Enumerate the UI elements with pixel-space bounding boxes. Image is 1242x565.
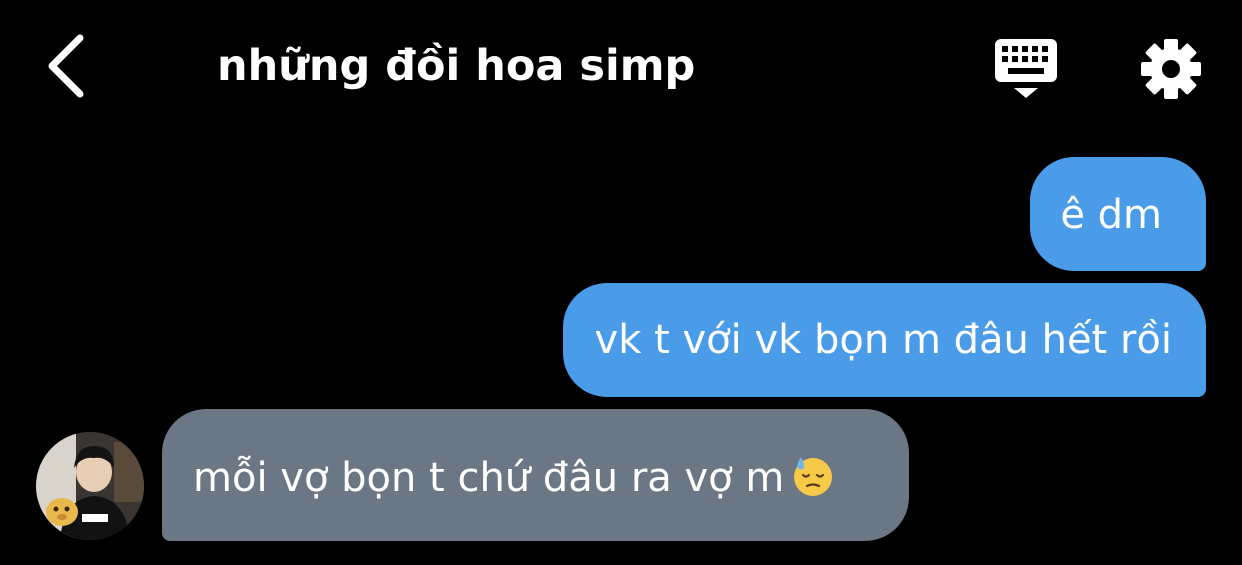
conversation-title: những đồi hoa simp	[217, 41, 696, 91]
gear-icon	[1141, 39, 1201, 99]
settings-button[interactable]	[1138, 36, 1204, 102]
back-button[interactable]	[38, 30, 98, 102]
chevron-left-icon	[48, 34, 84, 98]
message-bubble-sent[interactable]: vk t với vk bọn m đâu hết rồi	[562, 283, 1206, 397]
message-text: mỗi vợ bọn t chứ đâu ra vợ m	[193, 455, 785, 501]
avatar-photo	[36, 432, 144, 540]
keyboard-icon	[995, 39, 1057, 98]
message-text: vk t với vk bọn m đâu hết rồi	[594, 317, 1172, 363]
chat-header: những đồi hoa simp	[0, 0, 1242, 135]
keyboard-button[interactable]	[992, 36, 1060, 102]
message-bubble-received[interactable]: mỗi vợ bọn t chứ đâu ra vợ m	[162, 409, 909, 541]
contact-avatar[interactable]	[36, 432, 144, 540]
message-text: ê dm	[1060, 192, 1162, 238]
downcast-face-with-sweat-emoji	[792, 455, 834, 497]
message-bubble-sent[interactable]: ê dm	[1030, 157, 1206, 271]
